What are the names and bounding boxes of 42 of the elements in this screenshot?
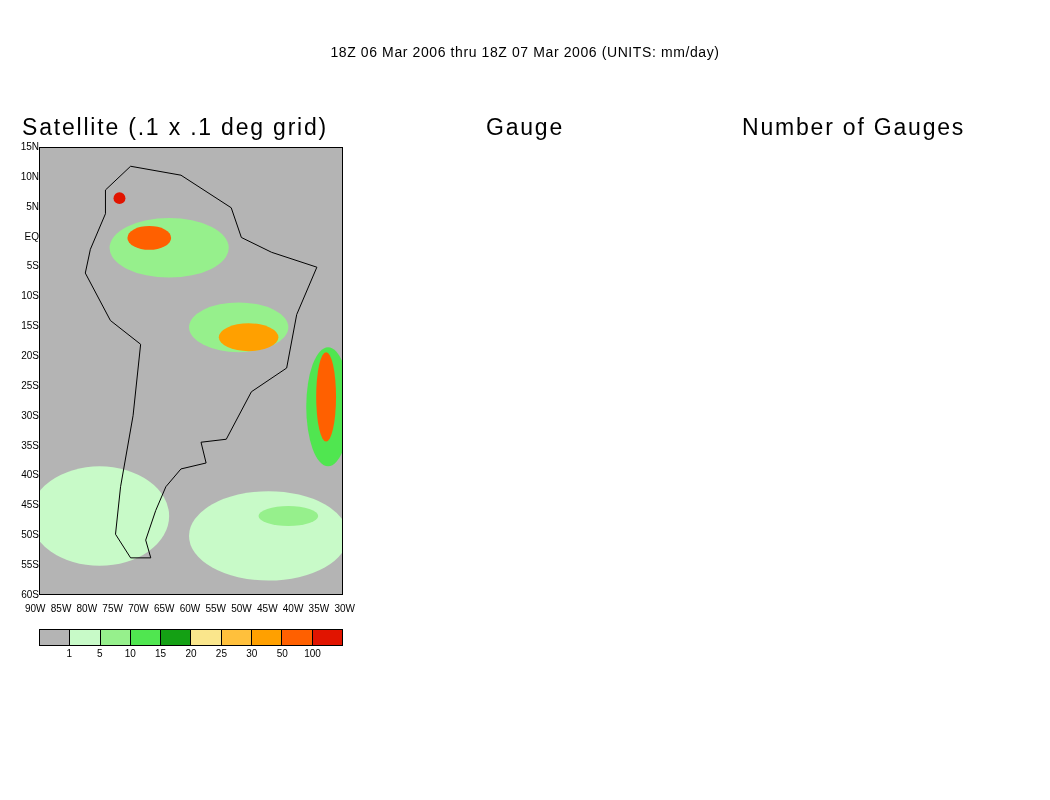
latitude-label: 35S xyxy=(21,439,39,452)
longitude-label: 75W xyxy=(102,603,123,615)
latitude-label: 5S xyxy=(26,260,39,273)
latitude-label: 15S xyxy=(21,320,39,333)
longitude-label: 45W xyxy=(257,603,278,615)
latitude-label: 25S xyxy=(21,379,39,392)
latitude-label: 20S xyxy=(21,350,39,362)
latitude-label: 5N xyxy=(26,200,39,213)
latitude-label: 60S xyxy=(21,588,39,601)
panel-title: Number of Gauges xyxy=(741,114,967,141)
latitude-label: 45S xyxy=(21,499,39,512)
legend-label: 25 xyxy=(215,648,227,660)
legend-label: 20 xyxy=(185,648,197,660)
longitude-label: 80W xyxy=(76,603,98,615)
longitude-label: 65W xyxy=(153,603,175,615)
latitude-label: 50S xyxy=(21,529,39,542)
latitude-label: 40S xyxy=(21,469,39,482)
latitude-label: 55S xyxy=(21,559,39,572)
longitude-label: 60W xyxy=(179,603,201,615)
longitude-label: 90W xyxy=(25,603,46,615)
longitude-label: 35W xyxy=(308,603,330,615)
longitude-label: 40W xyxy=(282,603,304,615)
longitude-label: 85W xyxy=(50,603,72,615)
latitude-label: EQ xyxy=(24,230,39,243)
latitude-label: 30S xyxy=(21,409,39,422)
longitude-label: 55W xyxy=(205,603,227,615)
legend-label: 1 xyxy=(66,648,73,660)
latitude-label: 10S xyxy=(21,290,39,303)
legend-label: 10 xyxy=(124,648,136,660)
panel-title: Satellite (.1 x .1 deg grid) xyxy=(21,114,330,141)
panel-title: Gauge xyxy=(484,114,566,141)
longitude-label: 30W xyxy=(334,603,355,615)
legend-label: 30 xyxy=(246,648,258,660)
latitude-label: 15N xyxy=(20,141,39,153)
legend-label: 100 xyxy=(304,648,321,660)
legend-label: 15 xyxy=(155,648,167,660)
longitude-label: 70W xyxy=(128,603,149,615)
longitude-label: 50W xyxy=(231,603,252,615)
legend-label: 50 xyxy=(276,648,288,660)
legend-label: 5 xyxy=(97,648,103,660)
plot-title: 18Z 06 Mar 2006 thru 18Z 07 Mar 2006 (UNITS: mm/day) xyxy=(329,43,721,60)
latitude-label: 10N xyxy=(20,170,39,183)
